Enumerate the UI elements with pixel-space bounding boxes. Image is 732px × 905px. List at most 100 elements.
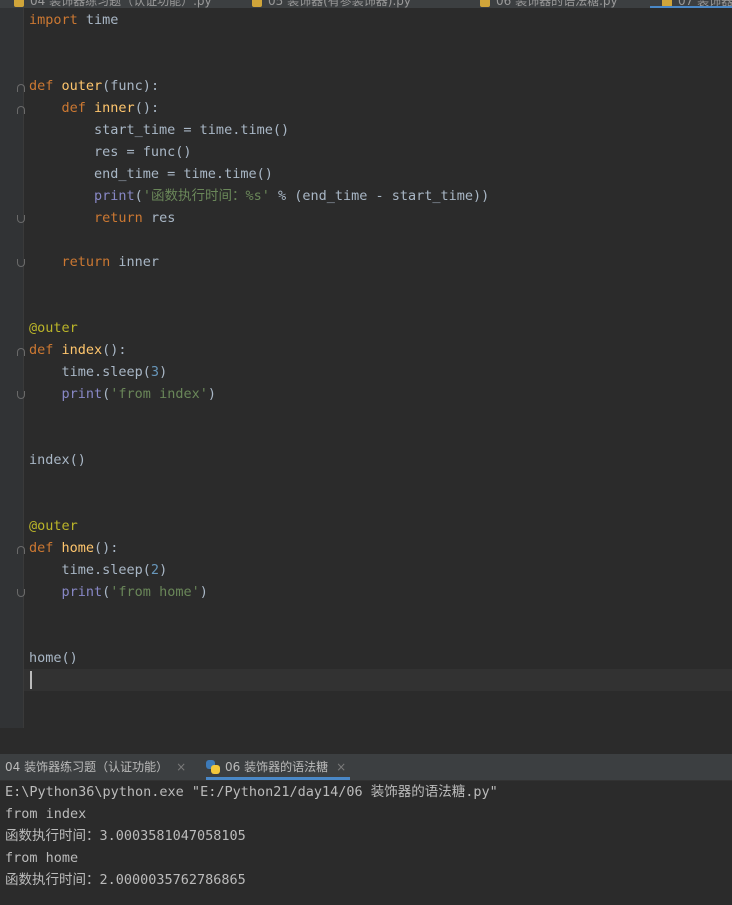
code-token: 'from index' (110, 386, 208, 402)
code-token: 'from home' (110, 584, 200, 600)
code-line[interactable]: home() (29, 647, 78, 669)
code-token: res = func() (29, 144, 192, 160)
code-token: ) (199, 584, 208, 600)
code-line[interactable]: index() (29, 449, 86, 471)
console-line: 函数执行时间：2.0000035762786865 (5, 872, 246, 888)
fold-marker-icon[interactable] (17, 215, 25, 223)
python-file-icon (480, 0, 490, 7)
code-line[interactable]: def index(): (29, 339, 127, 361)
code-token: time.sleep( (29, 364, 151, 380)
code-line[interactable]: print('from home') (29, 581, 208, 603)
code-token: home (61, 540, 95, 556)
fold-marker-icon[interactable] (17, 84, 25, 92)
code-token: % (end_time - start_time)) (269, 188, 490, 204)
console-line: 函数执行时间：3.0003581047058105 (5, 828, 246, 844)
code-token: res (142, 210, 176, 226)
console-line: E:\Python36\python.exe "E:/Python21/day1… (5, 784, 498, 800)
code-line[interactable]: start_time = time.time() (29, 119, 289, 141)
code-token: end_time = time.time() (29, 166, 273, 182)
code-token: 3 (150, 364, 160, 380)
code-token: def (29, 78, 54, 94)
code-token: return (94, 210, 143, 226)
python-icon (206, 759, 220, 774)
code-token: inner (94, 100, 135, 116)
console-line: from index (5, 806, 87, 822)
code-token: '函数执行时间：%s' (142, 188, 270, 204)
code-line[interactable]: time.sleep(3) (29, 361, 168, 383)
run-console[interactable]: E:\Python36\python.exe "E:/Python21/day1… (0, 781, 732, 905)
code-token: time (77, 12, 119, 28)
editor-tab-label: 05 装饰器(有参装饰器).py (268, 0, 411, 8)
code-line[interactable]: res = func() (29, 141, 192, 163)
editor-tab-label: 04 装饰器练习题（认证功能）.py (30, 0, 212, 8)
code-line[interactable]: def home(): (29, 537, 118, 559)
code-token: (func): (102, 78, 160, 94)
run-tab-auth-exercise[interactable]: 04 装饰器练习题（认证功能） × (5, 754, 186, 780)
fold-marker-icon[interactable] (17, 391, 25, 399)
code-line[interactable]: return inner (29, 251, 160, 273)
close-icon[interactable]: × (176, 760, 186, 774)
fold-marker-icon[interactable] (17, 348, 25, 356)
code-token: def (29, 342, 54, 358)
run-tab-decorator-syntax[interactable]: 06 装饰器的语法糖 × (206, 754, 351, 780)
console-line: from home (5, 850, 79, 866)
code-token: time.sleep( (29, 562, 151, 578)
code-token: print (61, 386, 103, 402)
fold-marker-icon[interactable] (17, 259, 25, 267)
code-token: start_time = time.time() (29, 122, 290, 138)
code-token: def (61, 100, 86, 116)
python-file-icon (252, 0, 262, 7)
code-token: inner (110, 254, 160, 270)
code-token: index (61, 342, 103, 358)
code-token: return (61, 254, 111, 270)
code-line[interactable]: def inner(): (29, 97, 160, 119)
code-token: home() (29, 650, 78, 666)
editor-gutter[interactable] (0, 8, 25, 728)
editor-bottom-space (0, 728, 732, 754)
code-token: ( (134, 188, 143, 204)
code-line[interactable]: import time (29, 9, 118, 31)
run-tab-label: 04 装饰器练习题（认证功能） (5, 760, 169, 774)
fold-marker-icon[interactable] (17, 106, 25, 114)
code-token: @outer (29, 320, 78, 336)
editor-tab[interactable]: 04 装饰器练习题（认证功能）.py (14, 0, 212, 8)
code-line[interactable]: print('函数执行时间：%s' % (end_time - start_ti… (29, 185, 489, 207)
run-tab-label: 06 装饰器的语法糖 (225, 760, 329, 774)
python-file-icon (14, 0, 24, 7)
editor-tab[interactable]: 06 装饰器的语法糖.py (480, 0, 618, 8)
editor-tab-label: 06 装饰器的语法糖.py (496, 0, 618, 8)
code-line[interactable]: end_time = time.time() (29, 163, 273, 185)
code-line[interactable]: @outer (29, 515, 78, 537)
code-token: ) (207, 386, 216, 402)
code-line[interactable]: return res (29, 207, 175, 229)
code-line[interactable]: time.sleep(2) (29, 559, 168, 581)
code-token: @outer (29, 518, 78, 534)
code-line[interactable]: @outer (29, 317, 78, 339)
fold-marker-icon[interactable] (17, 589, 25, 597)
editor-tab[interactable]: 05 装饰器(有参装饰器).py (252, 0, 411, 8)
ide-window: 04 装饰器练习题（认证功能）.py 05 装饰器(有参装饰器).py 06 装… (0, 0, 732, 905)
text-caret (30, 671, 32, 689)
current-line-highlight (24, 669, 732, 691)
close-icon[interactable]: × (336, 760, 346, 774)
code-line[interactable]: def outer(func): (29, 75, 159, 97)
code-editor[interactable]: import time def outer(func): def inner():… (0, 8, 732, 728)
code-token: (): (102, 342, 127, 358)
code-token: ) (159, 562, 168, 578)
code-token: ) (159, 364, 168, 380)
code-token: print (94, 188, 135, 204)
code-line[interactable]: print('from index') (29, 383, 216, 405)
code-token: print (61, 584, 103, 600)
fold-marker-icon[interactable] (17, 546, 25, 554)
editor-tab-strip: 04 装饰器练习题（认证功能）.py 05 装饰器(有参装饰器).py 06 装… (0, 0, 732, 8)
